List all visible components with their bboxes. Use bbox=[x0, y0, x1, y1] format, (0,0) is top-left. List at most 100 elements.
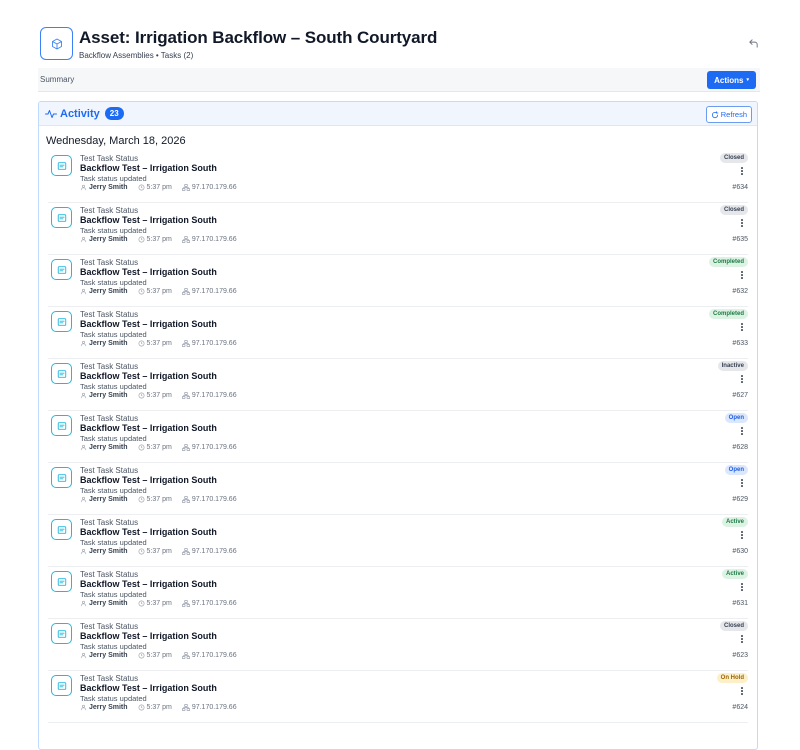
item-user[interactable]: Jerry Smith bbox=[89, 236, 128, 243]
item-meta: Jerry Smith 5:37 pm 97.170.179.66 bbox=[80, 236, 247, 243]
activity-item[interactable]: Test Task Status Backflow Test – Irrigat… bbox=[48, 151, 748, 203]
item-time: 5:37 pm bbox=[146, 496, 172, 503]
item-time: 5:37 pm bbox=[146, 288, 172, 295]
chevron-down-icon: ▾ bbox=[746, 77, 749, 83]
item-id: #628 bbox=[732, 444, 748, 451]
more-options-icon[interactable] bbox=[739, 270, 745, 280]
summary-label[interactable]: Summary bbox=[40, 75, 74, 84]
item-title[interactable]: Backflow Test – Irrigation South bbox=[80, 475, 217, 485]
more-options-icon[interactable] bbox=[739, 218, 745, 228]
pulse-icon bbox=[45, 109, 57, 118]
item-ip: 97.170.179.66 bbox=[191, 184, 237, 191]
more-options-icon[interactable] bbox=[739, 374, 745, 384]
user-icon bbox=[80, 340, 87, 347]
item-user[interactable]: Jerry Smith bbox=[89, 444, 128, 451]
item-user[interactable]: Jerry Smith bbox=[89, 548, 128, 555]
item-user[interactable]: Jerry Smith bbox=[89, 600, 128, 607]
item-title[interactable]: Backflow Test – Irrigation South bbox=[80, 163, 217, 173]
activity-item[interactable]: Test Task Status Backflow Test – Irrigat… bbox=[48, 463, 748, 515]
activity-item[interactable]: Test Task Status Backflow Test – Irrigat… bbox=[48, 359, 748, 411]
item-title[interactable]: Backflow Test – Irrigation South bbox=[80, 683, 217, 693]
item-title[interactable]: Backflow Test – Irrigation South bbox=[80, 371, 217, 381]
activity-item[interactable]: Test Task Status Backflow Test – Irrigat… bbox=[48, 203, 748, 255]
status-badge: Closed bbox=[719, 621, 748, 631]
activity-item[interactable]: Test Task Status Backflow Test – Irrigat… bbox=[48, 255, 748, 307]
more-options-icon[interactable] bbox=[739, 166, 745, 176]
status-badge: Active bbox=[721, 517, 748, 527]
item-ip: 97.170.179.66 bbox=[191, 340, 237, 347]
item-title[interactable]: Backflow Test – Irrigation South bbox=[80, 215, 217, 225]
more-options-icon[interactable] bbox=[739, 634, 745, 644]
activity-panel: Activity 23 Refresh Wednesday, March 18,… bbox=[38, 101, 758, 750]
item-title[interactable]: Backflow Test – Irrigation South bbox=[80, 319, 217, 329]
clock-icon bbox=[138, 340, 144, 347]
document-icon bbox=[51, 363, 72, 384]
clock-icon bbox=[138, 236, 144, 243]
item-id: #627 bbox=[732, 392, 748, 399]
activity-item[interactable]: Test Task Status Backflow Test – Irrigat… bbox=[48, 307, 748, 359]
more-options-icon[interactable] bbox=[739, 686, 745, 696]
item-title[interactable]: Backflow Test – Irrigation South bbox=[80, 527, 217, 537]
activity-item[interactable]: Test Task Status Backflow Test – Irrigat… bbox=[48, 515, 748, 567]
item-description: Task status updated bbox=[80, 434, 147, 443]
user-icon bbox=[80, 548, 87, 555]
item-ip: 97.170.179.66 bbox=[191, 496, 237, 503]
network-icon bbox=[181, 444, 190, 451]
item-description: Task status updated bbox=[80, 330, 147, 339]
more-options-icon[interactable] bbox=[739, 582, 745, 592]
item-user[interactable]: Jerry Smith bbox=[89, 496, 128, 503]
clock-icon bbox=[138, 444, 144, 451]
item-type: Test Task Status bbox=[80, 362, 139, 371]
network-icon bbox=[181, 288, 190, 295]
item-meta: Jerry Smith 5:37 pm 97.170.179.66 bbox=[80, 496, 247, 503]
item-title[interactable]: Backflow Test – Irrigation South bbox=[80, 579, 217, 589]
actions-button[interactable]: Actions ▾ bbox=[707, 71, 756, 89]
status-badge: Inactive bbox=[717, 361, 748, 371]
item-title[interactable]: Backflow Test – Irrigation South bbox=[80, 267, 217, 277]
page-header: Asset: Irrigation Backflow – South Court… bbox=[38, 26, 760, 66]
activity-item[interactable]: Test Task Status Backflow Test – Irrigat… bbox=[48, 567, 748, 619]
item-id: #623 bbox=[732, 652, 748, 659]
item-user[interactable]: Jerry Smith bbox=[89, 652, 128, 659]
item-meta: Jerry Smith 5:37 pm 97.170.179.66 bbox=[80, 600, 247, 607]
breadcrumb[interactable]: Backflow Assemblies • Tasks (2) bbox=[79, 51, 193, 60]
user-icon bbox=[80, 392, 87, 399]
item-time: 5:37 pm bbox=[146, 444, 172, 451]
document-icon bbox=[51, 415, 72, 436]
item-user[interactable]: Jerry Smith bbox=[89, 288, 128, 295]
status-badge: Open bbox=[724, 413, 748, 423]
item-user[interactable]: Jerry Smith bbox=[89, 340, 128, 347]
network-icon bbox=[181, 340, 190, 347]
more-options-icon[interactable] bbox=[739, 530, 745, 540]
more-options-icon[interactable] bbox=[739, 478, 745, 488]
item-ip: 97.170.179.66 bbox=[191, 704, 237, 711]
item-ip: 97.170.179.66 bbox=[191, 236, 237, 243]
item-id: #629 bbox=[732, 496, 748, 503]
back-button[interactable] bbox=[746, 36, 760, 50]
item-time: 5:37 pm bbox=[146, 652, 172, 659]
item-id: #631 bbox=[732, 600, 748, 607]
item-user[interactable]: Jerry Smith bbox=[89, 704, 128, 711]
activity-item[interactable]: Test Task Status Backflow Test – Irrigat… bbox=[48, 411, 748, 463]
network-icon bbox=[181, 704, 190, 711]
activity-item[interactable]: Test Task Status Backflow Test – Irrigat… bbox=[48, 619, 748, 671]
item-type: Test Task Status bbox=[80, 622, 139, 631]
item-title[interactable]: Backflow Test – Irrigation South bbox=[80, 631, 217, 641]
clock-icon bbox=[138, 704, 144, 711]
item-time: 5:37 pm bbox=[146, 184, 172, 191]
item-title[interactable]: Backflow Test – Irrigation South bbox=[80, 423, 217, 433]
item-description: Task status updated bbox=[80, 642, 147, 651]
document-icon bbox=[51, 519, 72, 540]
more-options-icon[interactable] bbox=[739, 426, 745, 436]
item-meta: Jerry Smith 5:37 pm 97.170.179.66 bbox=[80, 340, 247, 347]
clock-icon bbox=[138, 392, 144, 399]
item-user[interactable]: Jerry Smith bbox=[89, 392, 128, 399]
activity-item[interactable]: Test Task Status Backflow Test – Irrigat… bbox=[48, 671, 748, 723]
back-arrow-icon bbox=[748, 38, 758, 48]
refresh-button[interactable]: Refresh bbox=[705, 106, 752, 123]
item-id: #634 bbox=[732, 184, 748, 191]
more-options-icon[interactable] bbox=[739, 322, 745, 332]
item-id: #633 bbox=[732, 340, 748, 347]
item-user[interactable]: Jerry Smith bbox=[89, 184, 128, 191]
user-icon bbox=[80, 184, 87, 191]
